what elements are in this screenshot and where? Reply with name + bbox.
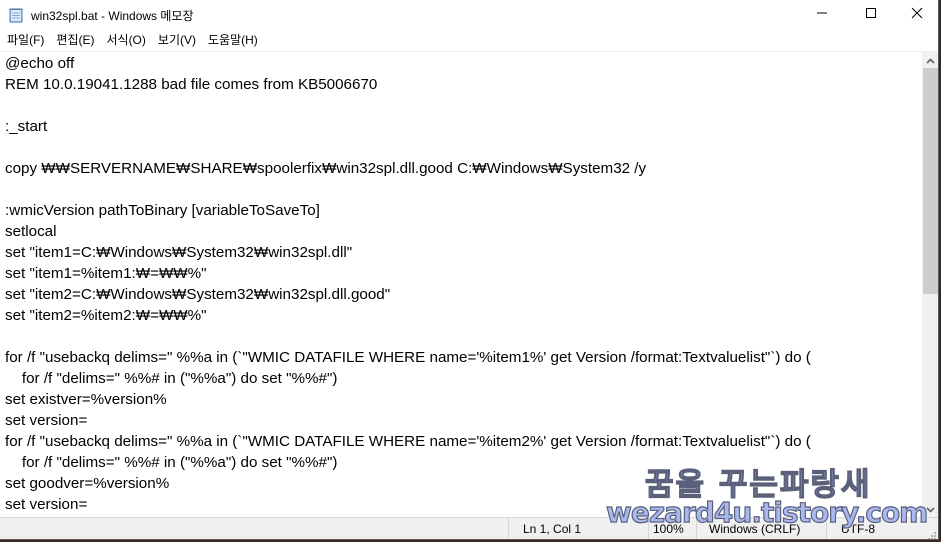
editor-line: for /f "delims=" %%# in ("%%a") do set "…: [5, 370, 338, 387]
menu-format[interactable]: 서식(O): [100, 30, 151, 50]
menu-help[interactable]: 도움말(H): [202, 30, 264, 50]
editor-line: set version=: [5, 412, 88, 429]
editor-line: set "item2=C:₩Windows₩System32₩win32spl.…: [5, 286, 391, 303]
cursor-position: Ln 1, Col 1: [508, 518, 648, 539]
editor-line: for /f "usebackq delims=" %%a in (`"WMIC…: [5, 349, 811, 366]
editor-line: @echo off: [5, 55, 75, 72]
window-title: win32spl.bat - Windows 메모장: [31, 9, 194, 23]
notepad-window: win32spl.bat - Windows 메모장 파일(F) 편집(E) 서…: [0, 0, 939, 540]
status-bar: Ln 1, Col 1 100% Windows (CRLF) UTF-8: [0, 517, 938, 539]
editor-line: REM 10.0.19041.1288 bad file comes from …: [5, 76, 378, 93]
scroll-up-button[interactable]: [922, 51, 938, 69]
menu-bar: 파일(F) 편집(E) 서식(O) 보기(V) 도움말(H): [0, 30, 938, 50]
editor-line: set "item1=C:₩Windows₩System32₩win32spl.…: [5, 244, 353, 261]
editor-line: set goodver=%version%: [5, 475, 170, 492]
menu-view[interactable]: 보기(V): [152, 30, 202, 50]
line-ending: Windows (CRLF): [696, 518, 826, 539]
editor-line: set version=: [5, 496, 88, 513]
menu-edit[interactable]: 편집(E): [50, 30, 100, 50]
menu-file[interactable]: 파일(F): [0, 30, 50, 50]
vertical-scrollbar[interactable]: [922, 51, 938, 518]
zoom-level: 100%: [648, 518, 696, 539]
text-editor[interactable]: @echo off REM 10.0.19041.1288 bad file co…: [0, 51, 922, 517]
editor-line: copy ₩₩SERVERNAME₩SHARE₩spoolerfix₩win32…: [5, 160, 647, 177]
close-icon: [911, 6, 923, 24]
editor-line: set "item1=%item1:₩=₩₩%": [5, 265, 207, 282]
minimize-button[interactable]: [799, 0, 845, 30]
maximize-button[interactable]: [848, 0, 894, 30]
notepad-icon: [8, 7, 24, 23]
maximize-icon: [865, 6, 877, 24]
editor-line: for /f "usebackq delims=" %%a in (`"WMIC…: [5, 433, 811, 450]
editor-line: set "item2=%item2:₩=₩₩%": [5, 307, 207, 324]
scroll-down-button[interactable]: [922, 500, 938, 518]
editor-line: for /f "delims=" %%# in ("%%a") do set "…: [5, 454, 338, 471]
editor-line: setlocal: [5, 223, 57, 240]
resize-grip-icon[interactable]: [927, 528, 937, 539]
scroll-thumb[interactable]: [923, 68, 938, 294]
minimize-icon: [816, 6, 828, 24]
chevron-up-icon: [926, 51, 935, 69]
chevron-down-icon: [926, 500, 935, 518]
title-bar[interactable]: win32spl.bat - Windows 메모장: [0, 0, 938, 30]
close-button[interactable]: [894, 0, 938, 30]
editor-line: :wmicVersion pathToBinary [variableToSav…: [5, 202, 320, 219]
editor-line: set existver=%version%: [5, 391, 167, 408]
encoding: UTF-8: [826, 518, 938, 539]
editor-line: :_start: [5, 118, 48, 135]
editor-content: @echo off REM 10.0.19041.1288 bad file co…: [5, 53, 811, 517]
